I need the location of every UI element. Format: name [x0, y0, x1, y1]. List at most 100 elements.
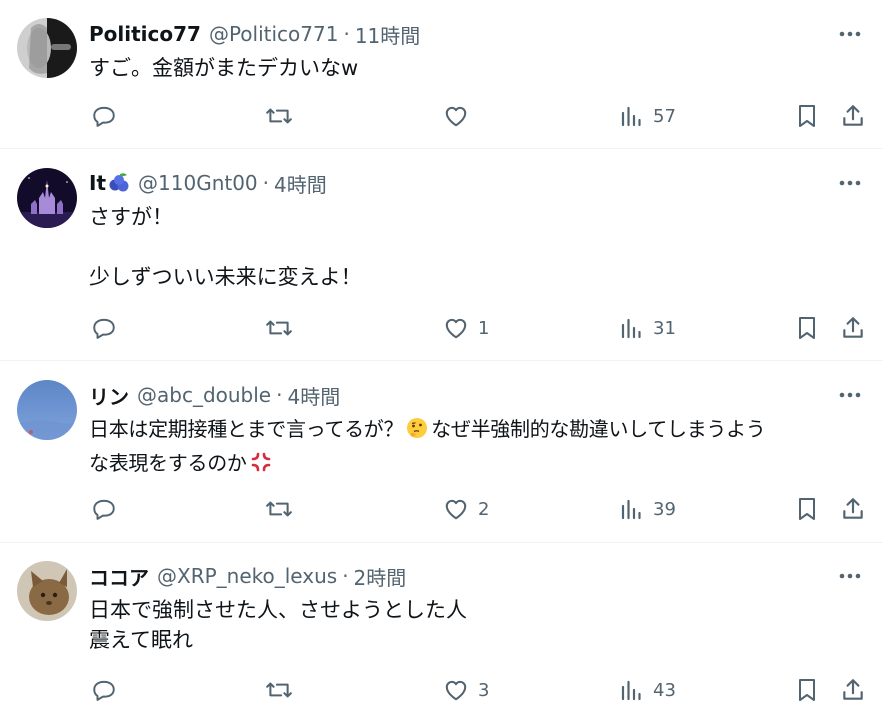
heart-icon	[445, 499, 467, 520]
like-button[interactable]: 1	[443, 313, 489, 343]
bookmark-button[interactable]	[795, 494, 819, 524]
tweet-text-line: な表現をするのか	[89, 448, 865, 482]
avatar[interactable]	[17, 561, 77, 621]
timestamp[interactable]: 4時間	[274, 169, 327, 198]
more-options-icon[interactable]	[835, 19, 865, 49]
tweet[interactable]: リン @abc_double · 4時間 日本は定期接種とまで言ってるが？ なぜ半…	[0, 361, 883, 543]
separator-dot: ·	[262, 171, 270, 195]
more-options-icon[interactable]	[835, 168, 865, 198]
tweet-text-line	[89, 232, 865, 262]
bookmark-icon	[799, 498, 815, 520]
tweet-text-line: 震えて眠れ	[89, 628, 193, 652]
action-bar: 2 39	[0, 494, 883, 524]
reply-button[interactable]	[91, 494, 117, 524]
views-count: 31	[653, 317, 676, 339]
retweet-button[interactable]	[265, 494, 293, 524]
views-button[interactable]: 57	[620, 101, 676, 131]
tweet-text: 日本は定期接種とまで言ってるが？ なぜ半強制的な勘違いしてしまうよう な表現をする…	[89, 414, 865, 482]
share-icon	[843, 317, 863, 338]
like-button[interactable]: 3	[443, 675, 489, 705]
retweet-icon	[266, 501, 292, 517]
views-count: 43	[653, 679, 676, 701]
user-handle[interactable]: @XRP_neko_lexus	[157, 564, 337, 588]
reply-button[interactable]	[91, 313, 117, 343]
tweet-text: すご。金額がまたデカいなw	[89, 53, 865, 83]
blueberries-emoji-icon	[108, 172, 130, 194]
heart-icon	[445, 106, 467, 127]
retweet-icon	[266, 320, 292, 336]
views-count: 57	[653, 105, 676, 127]
tweet-text-line: 少しずついい未来に変えよ！	[89, 265, 362, 289]
anger-symbol-emoji-icon	[249, 450, 273, 482]
retweet-icon	[266, 682, 292, 698]
display-name[interactable]: ココア	[89, 562, 149, 591]
tweet-text: 日本で強制させた人、させようとした人 震えて眠れ	[89, 595, 865, 655]
action-bar: 1 31	[0, 313, 883, 343]
like-count: 2	[478, 498, 490, 520]
avatar[interactable]	[17, 380, 77, 440]
share-button[interactable]	[840, 313, 866, 343]
avatar[interactable]	[17, 18, 77, 78]
analytics-icon	[621, 106, 641, 127]
retweet-button[interactable]	[265, 675, 293, 705]
retweet-button[interactable]	[265, 101, 293, 131]
reply-button[interactable]	[91, 101, 117, 131]
separator-dot: ·	[343, 22, 350, 46]
avatar[interactable]	[17, 168, 77, 228]
display-name[interactable]: Politico77	[89, 22, 201, 46]
more-options-icon[interactable]	[835, 561, 865, 591]
like-button[interactable]: 2	[443, 494, 489, 524]
retweet-button[interactable]	[265, 313, 293, 343]
thinking-face-emoji-icon	[405, 416, 429, 448]
share-icon	[843, 498, 863, 519]
bookmark-button[interactable]	[795, 101, 819, 131]
tweet-text-segment: 日本は定期接種とまで言ってるが？	[89, 417, 404, 441]
timestamp[interactable]: 4時間	[287, 381, 340, 410]
tweet-text-line: すご。金額がまたデカいなw	[89, 56, 359, 80]
user-handle[interactable]: @abc_double	[137, 383, 271, 407]
tweet[interactable]: Politico77 @Politico771 · 11時間 すご。金額がまたデ…	[0, 0, 883, 149]
display-name[interactable]: リン	[89, 381, 129, 410]
share-icon	[843, 105, 863, 126]
share-button[interactable]	[840, 494, 866, 524]
share-icon	[843, 679, 863, 700]
action-bar: 3 43	[0, 675, 883, 705]
separator-dot: ·	[276, 383, 283, 407]
bookmark-icon	[799, 105, 815, 127]
like-count: 1	[478, 317, 490, 339]
tweet[interactable]: It @110Gnt00 · 4時間 さすが！ 少しずついい未来に変えよ！ 1 …	[0, 149, 883, 361]
bookmark-button[interactable]	[795, 675, 819, 705]
timestamp[interactable]: 2時間	[354, 562, 407, 591]
user-handle[interactable]: @110Gnt00	[138, 171, 258, 195]
share-button[interactable]	[840, 101, 866, 131]
analytics-icon	[621, 318, 641, 339]
reply-icon	[93, 106, 115, 127]
views-count: 39	[653, 498, 676, 520]
views-button[interactable]: 43	[620, 675, 676, 705]
more-options-icon[interactable]	[835, 380, 865, 410]
tweet-text-segment: な表現をするのか	[89, 451, 247, 475]
like-count: 3	[478, 679, 490, 701]
display-name[interactable]: It	[89, 171, 106, 195]
share-button[interactable]	[840, 675, 866, 705]
heart-icon	[445, 318, 467, 339]
tweet-header: ココア @XRP_neko_lexus · 2時間	[89, 562, 407, 591]
like-button[interactable]	[443, 101, 469, 131]
tweet-text: さすが！ 少しずついい未来に変えよ！	[89, 202, 865, 292]
reply-button[interactable]	[91, 675, 117, 705]
bookmark-button[interactable]	[795, 313, 819, 343]
tweet-text-line: 日本は定期接種とまで言ってるが？ なぜ半強制的な勘違いしてしまうよう	[89, 414, 865, 448]
tweet-header: Politico77 @Politico771 · 11時間	[89, 20, 420, 49]
views-button[interactable]: 31	[620, 313, 676, 343]
reply-feed: Politico77 @Politico771 · 11時間 すご。金額がまたデ…	[0, 0, 883, 720]
tweet-text-segment: なぜ半強制的な勘違いしてしまうよう	[431, 417, 766, 441]
tweet-header: It @110Gnt00 · 4時間	[89, 169, 327, 198]
tweet[interactable]: ココア @XRP_neko_lexus · 2時間 日本で強制させた人、させよう…	[0, 543, 883, 720]
user-handle[interactable]: @Politico771	[209, 22, 339, 46]
timestamp[interactable]: 11時間	[355, 20, 420, 49]
tweet-header: リン @abc_double · 4時間	[89, 381, 340, 410]
analytics-icon	[621, 680, 641, 701]
bookmark-icon	[799, 679, 815, 701]
reply-icon	[93, 318, 115, 339]
views-button[interactable]: 39	[620, 494, 676, 524]
